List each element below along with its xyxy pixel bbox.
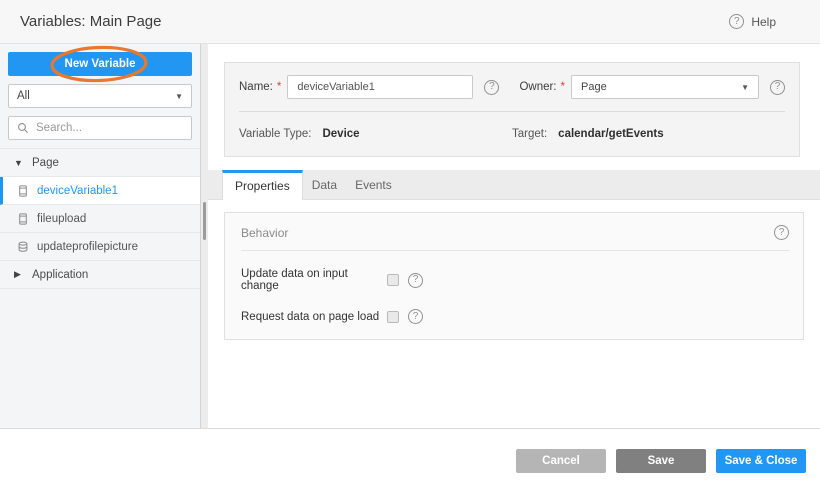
option-update-data-on-input-change: Update data on input change ? — [241, 268, 787, 292]
behavior-title: Behavior — [241, 226, 288, 240]
name-help-icon[interactable]: ? — [484, 80, 499, 95]
owner-select[interactable]: Page ▼ — [571, 75, 759, 99]
behavior-panel-header: Behavior ? — [225, 213, 803, 250]
device-variable-icon — [17, 213, 29, 225]
tree-item-label: deviceVariable1 — [37, 185, 118, 197]
variable-detail-panel: Name: * ? Owner: * Page ▼ ? — [208, 44, 820, 428]
sidebar-scrollbar[interactable] — [203, 202, 206, 240]
variables-dialog: Variables: Main Page ? Help New Variable… — [0, 0, 820, 486]
tree-group-page[interactable]: ▼ Page — [0, 149, 200, 177]
variable-type-label: Variable Type: — [239, 128, 311, 140]
tree-group-label: Application — [32, 269, 88, 281]
sidebar-splitter[interactable] — [200, 44, 208, 428]
detail-tabs: Properties Data Events — [208, 170, 820, 200]
help-icon[interactable]: ? — [729, 14, 744, 29]
help-link[interactable]: ? Help — [729, 14, 776, 29]
search-icon — [17, 122, 29, 134]
target-pair: Target: calendar/getEvents — [512, 128, 785, 140]
dialog-header: Variables: Main Page ? Help — [0, 0, 820, 44]
owner-group: Owner: * Page ▼ ? — [519, 75, 785, 99]
behavior-help-icon[interactable]: ? — [774, 225, 789, 240]
tree-item-devicevariable1[interactable]: deviceVariable1 — [0, 177, 200, 205]
dialog-footer: Cancel Save Save & Close — [0, 428, 820, 486]
owner-help-icon[interactable]: ? — [770, 80, 785, 95]
chevron-down-icon: ▼ — [741, 83, 749, 92]
target-value: calendar/getEvents — [558, 128, 663, 140]
device-variable-icon — [17, 185, 29, 197]
tree-item-fileupload[interactable]: fileupload — [0, 205, 200, 233]
service-variable-icon — [17, 241, 29, 253]
tab-properties[interactable]: Properties — [222, 170, 303, 200]
search-input[interactable] — [36, 122, 183, 134]
page-title: Variables: Main Page — [20, 13, 161, 30]
behavior-panel: Behavior ? Update data on input change ?… — [224, 212, 804, 340]
option-help-icon[interactable]: ? — [408, 309, 423, 324]
name-input[interactable] — [287, 75, 473, 99]
cancel-button[interactable]: Cancel — [516, 449, 606, 473]
variable-type-value: Device — [322, 128, 359, 140]
save-button[interactable]: Save — [616, 449, 706, 473]
owner-label: Owner: — [519, 81, 556, 93]
dialog-body: New Variable All ▼ ▼ Page — [0, 44, 820, 428]
variable-summary-card: Name: * ? Owner: * Page ▼ ? — [224, 62, 800, 157]
request-data-on-page-load-checkbox[interactable] — [387, 311, 399, 323]
tree-group-application[interactable]: ▶ Application — [0, 261, 200, 289]
caret-down-icon[interactable]: ▼ — [14, 158, 32, 168]
behavior-divider — [241, 250, 789, 251]
tree-item-updateprofilepicture[interactable]: updateprofilepicture — [0, 233, 200, 261]
option-request-data-on-page-load: Request data on page load ? — [241, 309, 787, 324]
update-data-on-input-change-checkbox[interactable] — [387, 274, 399, 286]
tree-group-label: Page — [32, 157, 59, 169]
variables-sidebar: New Variable All ▼ ▼ Page — [0, 44, 200, 428]
target-label: Target: — [512, 128, 547, 140]
tree-item-label: fileupload — [37, 213, 86, 225]
filter-dropdown[interactable]: All ▼ — [8, 84, 192, 108]
required-marker: * — [561, 81, 565, 93]
option-help-icon[interactable]: ? — [408, 273, 423, 288]
chevron-down-icon: ▼ — [175, 92, 183, 101]
owner-select-value: Page — [581, 81, 607, 93]
required-marker: * — [277, 81, 281, 93]
option-label: Update data on input change — [241, 268, 387, 292]
variables-tree: ▼ Page deviceVariable1 — [0, 148, 200, 289]
help-label[interactable]: Help — [751, 15, 776, 29]
tab-data[interactable]: Data — [303, 170, 346, 199]
new-variable-button[interactable]: New Variable — [8, 52, 192, 76]
search-box[interactable] — [8, 116, 192, 140]
variable-type-pair: Variable Type: Device — [239, 128, 512, 140]
type-target-row: Variable Type: Device Target: calendar/g… — [225, 112, 799, 156]
tree-item-label: updateprofilepicture — [37, 241, 138, 253]
save-and-close-button[interactable]: Save & Close — [716, 449, 806, 473]
name-label: Name: — [239, 81, 273, 93]
filter-dropdown-value: All — [17, 90, 30, 102]
option-label: Request data on page load — [241, 311, 387, 323]
tab-events[interactable]: Events — [346, 170, 401, 199]
caret-right-icon[interactable]: ▶ — [14, 269, 32, 280]
name-owner-row: Name: * ? Owner: * Page ▼ ? — [225, 63, 799, 111]
tab-content: Behavior ? Update data on input change ?… — [208, 200, 820, 428]
